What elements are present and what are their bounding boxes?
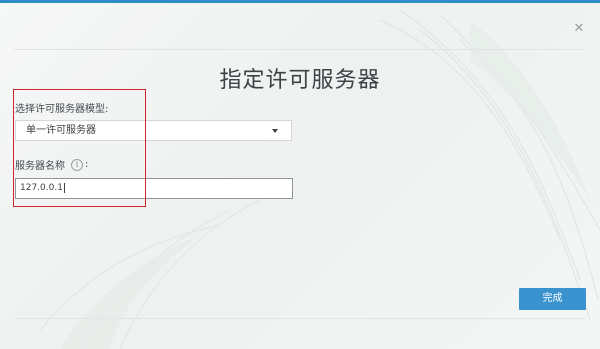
server-name-input[interactable]: 127.0.0.1 (15, 178, 293, 199)
server-name-label-row: 服务器名称 i : (15, 157, 88, 172)
footer-divider (14, 318, 586, 319)
server-model-selected-value: 单一许可服务器 (26, 125, 96, 136)
server-name-label-colon: : (85, 159, 89, 170)
server-name-value: 127.0.0.1 (20, 183, 63, 193)
header-divider (14, 49, 586, 50)
server-name-label: 服务器名称 (15, 161, 65, 172)
finish-button[interactable]: 完成 (519, 288, 586, 310)
close-icon[interactable]: ✕ (572, 22, 586, 36)
dialog-title: 指定许可服务器 (219, 68, 381, 93)
background-swirl-graphic (39, 9, 600, 349)
text-caret (63, 182, 65, 193)
top-accent-bar (0, 0, 600, 3)
license-server-dialog: ✕ 指定许可服务器 选择许可服务器模型: 单一许可服务器 服务器名称 i : 1… (0, 0, 600, 349)
server-model-label: 选择许可服务器模型: (15, 104, 109, 115)
info-icon[interactable]: i (71, 158, 83, 171)
server-model-select[interactable]: 单一许可服务器 (15, 120, 292, 141)
dropdown-arrow-icon (272, 129, 278, 133)
